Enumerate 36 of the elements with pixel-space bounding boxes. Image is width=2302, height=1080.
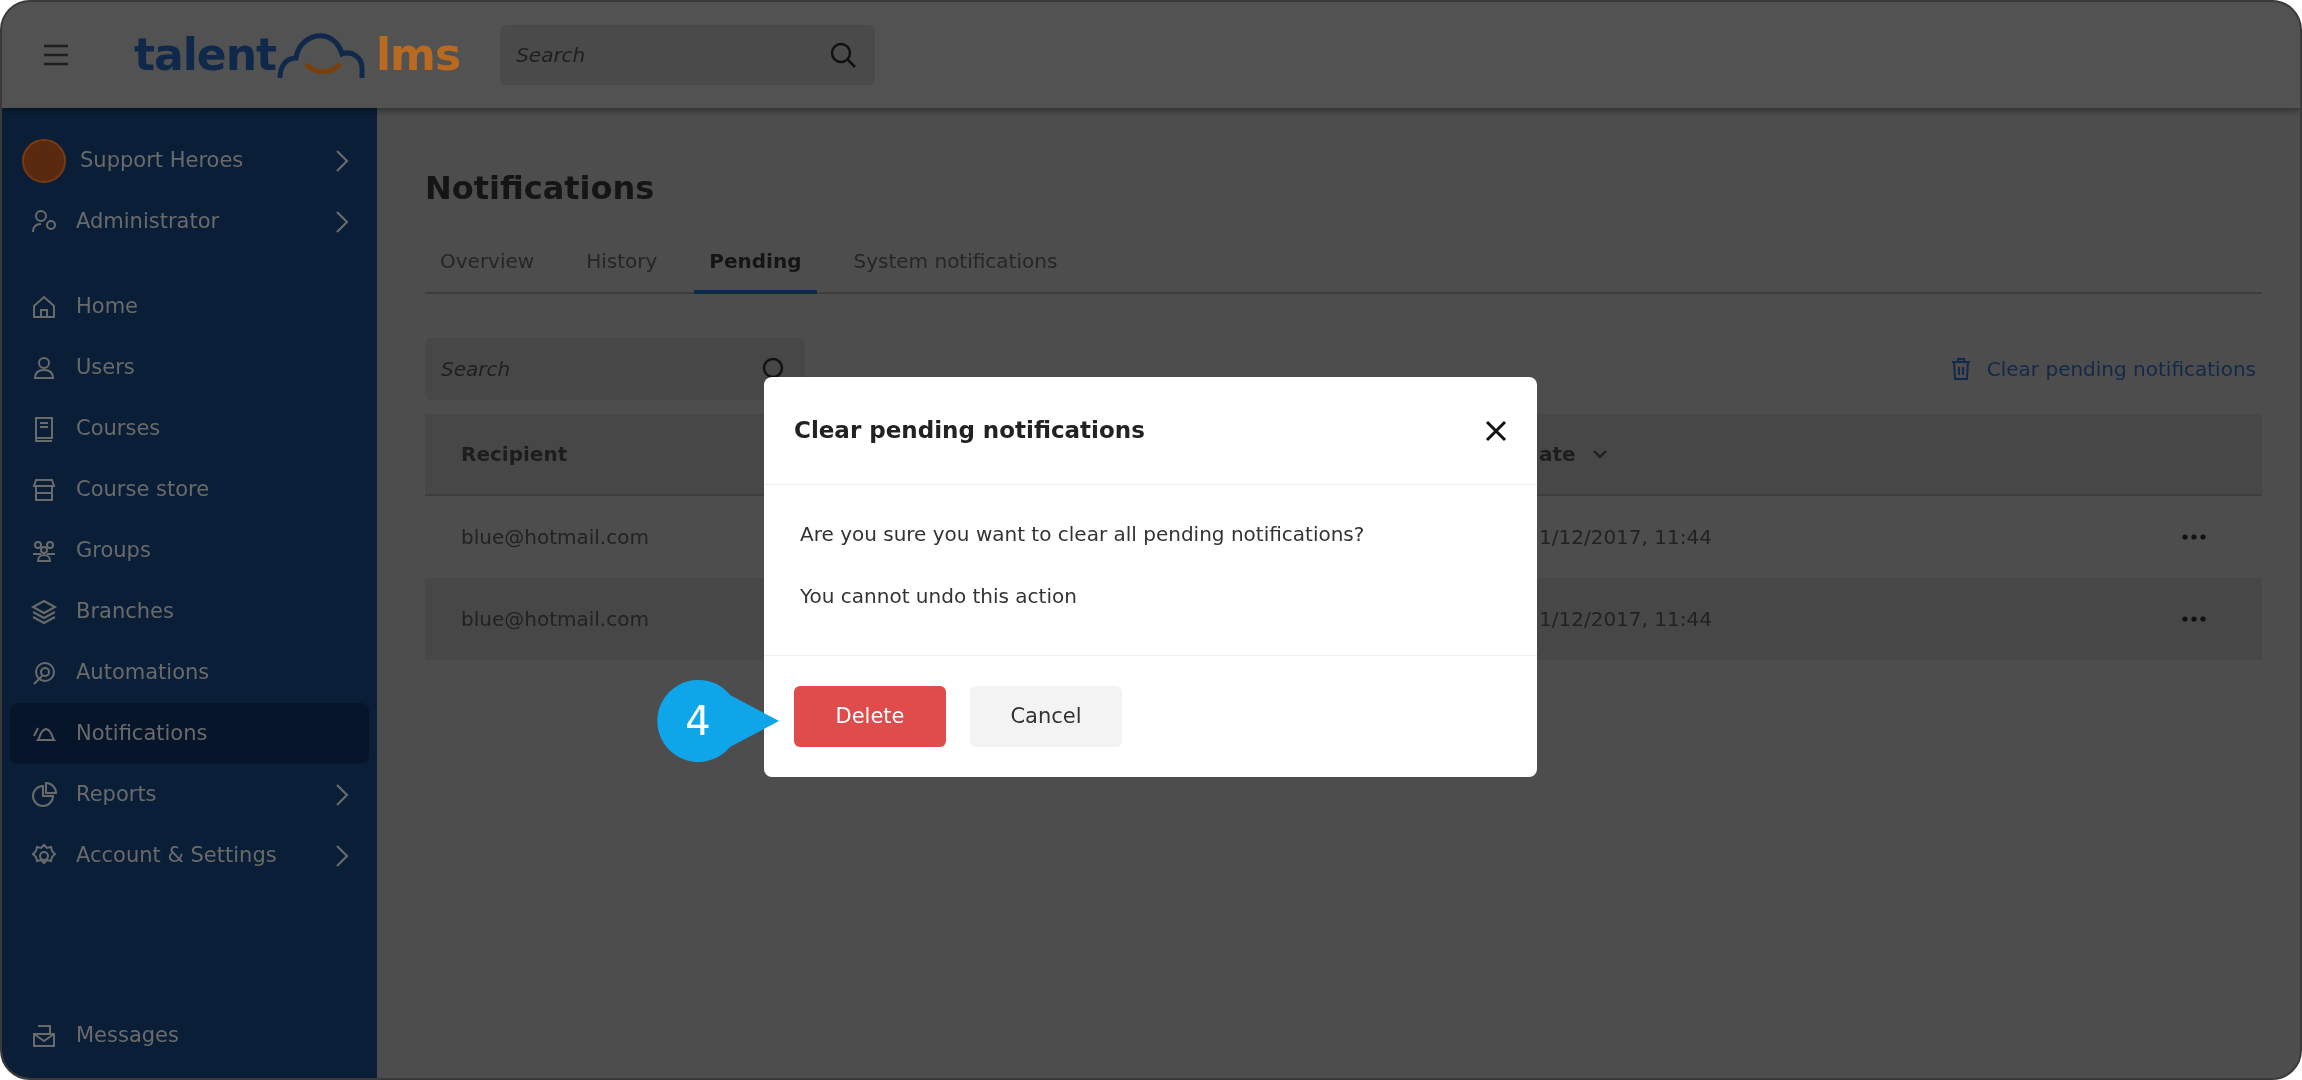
sidebar-item[interactable]: Courses [10, 398, 369, 459]
sidebar-item[interactable]: Home [10, 276, 369, 337]
more-icon[interactable] [2182, 616, 2206, 622]
trash-icon [1950, 357, 1971, 381]
sidebar-item[interactable]: Administrator [10, 191, 369, 252]
sidebar-item[interactable]: Branches [10, 581, 369, 642]
chevron-right-icon [335, 209, 349, 234]
menu-icon[interactable] [42, 44, 70, 66]
logo[interactable]: talent lms [134, 30, 461, 80]
step-callout: 4 [657, 680, 781, 762]
chevron-right-icon [335, 843, 349, 868]
tab[interactable]: Pending [694, 234, 817, 294]
page-title: Notifications [425, 168, 656, 209]
sidebar-item[interactable]: Groups [10, 520, 369, 581]
more-icon[interactable] [2182, 534, 2206, 540]
sidebar-item[interactable]: Notifications [10, 703, 369, 764]
sidebar-item[interactable]: Automations [10, 642, 369, 703]
delete-button[interactable]: Delete [794, 686, 946, 747]
chevron-right-icon [335, 782, 349, 807]
dialog-message: Are you sure you want to clear all pending notifications? [800, 521, 1366, 548]
cancel-button[interactable]: Cancel [970, 686, 1122, 747]
sort-caret-icon[interactable] [1591, 449, 1608, 459]
sidebar-item[interactable]: Reports [10, 764, 369, 825]
clear-pending-link[interactable]: Clear pending notifications [1944, 353, 2262, 385]
layers-icon [30, 597, 58, 626]
chevron-right-icon [335, 148, 349, 173]
sidebar-item[interactable]: Users [10, 337, 369, 398]
close-icon[interactable] [1485, 419, 1507, 442]
dialog-title: Clear pending notifications [794, 416, 1145, 446]
avatar [22, 138, 66, 183]
sidebar-item[interactable]: Messages [10, 1005, 369, 1066]
sidebar-item[interactable]: Account & Settings [10, 825, 369, 886]
dialog-message: You cannot undo this action [800, 583, 1078, 610]
sidebar-item[interactable]: Support Heroes [10, 130, 369, 191]
pie-chart-icon [30, 780, 58, 809]
sidebar-item[interactable]: Course store [10, 459, 369, 520]
